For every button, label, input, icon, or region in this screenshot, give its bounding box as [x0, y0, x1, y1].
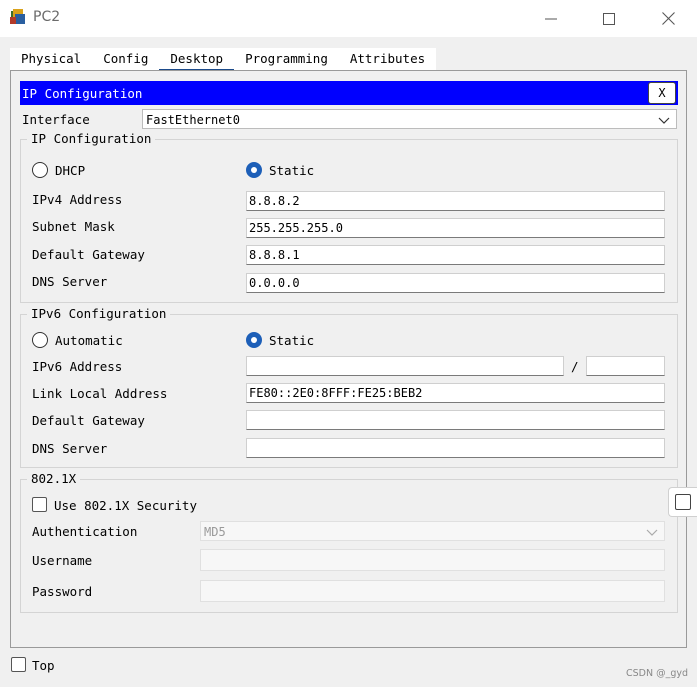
watermark: CSDN @_gyd	[626, 668, 689, 679]
ipv4-group-label: IP Configuration	[27, 131, 156, 146]
close-window-button[interactable]	[639, 0, 697, 37]
ipv6-address-label: IPv6 Address	[32, 359, 123, 374]
ipv4-address-field[interactable]: 8.8.8.2	[246, 191, 665, 211]
top-label: Top	[32, 658, 55, 673]
default-gateway-field[interactable]: 8.8.8.1	[246, 245, 665, 265]
ipv6-static-radio[interactable]	[246, 332, 262, 348]
minimize-icon	[545, 18, 557, 19]
ipv6-gateway-label: Default Gateway	[32, 413, 145, 428]
interface-select[interactable]: FastEthernet0	[142, 109, 677, 129]
use-8021x-checkbox[interactable]	[32, 497, 47, 512]
side-toggle-button[interactable]	[668, 487, 697, 517]
maximize-button[interactable]	[580, 0, 638, 37]
maximize-icon	[603, 12, 615, 25]
dot1x-group-label: 802.1X	[27, 471, 81, 486]
interface-value: FastEthernet0	[146, 113, 240, 127]
prefix-separator: /	[571, 359, 579, 374]
interface-label: Interface	[22, 112, 90, 127]
tab-programming[interactable]: Programming	[234, 48, 339, 70]
static-radio[interactable]	[246, 162, 262, 178]
automatic-radio[interactable]	[32, 332, 48, 348]
authentication-value: MD5	[204, 525, 226, 539]
minimize-button[interactable]	[522, 0, 580, 37]
app-icon	[9, 8, 27, 26]
tab-desktop[interactable]: Desktop	[159, 48, 234, 72]
chevron-down-icon	[658, 117, 670, 124]
dhcp-radio[interactable]	[32, 162, 48, 178]
subnet-mask-label: Subnet Mask	[32, 219, 115, 234]
chevron-down-icon	[646, 529, 658, 536]
static-label: Static	[269, 163, 315, 178]
authentication-label: Authentication	[32, 524, 138, 539]
use-8021x-label: Use 802.1X Security	[54, 498, 197, 513]
dns-server-field[interactable]: 0.0.0.0	[246, 273, 665, 293]
square-icon	[675, 494, 691, 510]
ipv4-address-label: IPv4 Address	[32, 192, 123, 207]
authentication-select[interactable]: MD5	[200, 521, 665, 541]
username-label: Username	[32, 553, 93, 568]
ipv6-prefix-field[interactable]	[586, 356, 665, 376]
default-gateway-label: Default Gateway	[32, 247, 145, 262]
link-local-label: Link Local Address	[32, 386, 168, 401]
tab-strip: Physical Config Desktop Programming Attr…	[10, 48, 437, 72]
dhcp-label: DHCP	[55, 163, 86, 178]
ipv6-dns-label: DNS Server	[32, 441, 108, 456]
ipv6-static-label: Static	[269, 333, 315, 348]
link-local-field[interactable]: FE80::2E0:8FFF:FE25:BEB2	[246, 383, 665, 403]
password-field[interactable]	[200, 580, 665, 602]
ipv6-dns-field[interactable]	[246, 438, 665, 458]
ipv6-group-label: IPv6 Configuration	[27, 306, 171, 321]
ip-config-title: IP Configuration	[22, 86, 143, 101]
tab-physical[interactable]: Physical	[10, 48, 92, 70]
close-panel-button[interactable]: X	[648, 82, 676, 104]
tab-attributes[interactable]: Attributes	[339, 48, 436, 70]
dns-server-label: DNS Server	[32, 274, 108, 289]
tab-config[interactable]: Config	[92, 48, 159, 70]
close-icon	[661, 12, 675, 25]
top-checkbox[interactable]	[11, 657, 26, 672]
ipv6-gateway-field[interactable]	[246, 410, 665, 430]
password-label: Password	[32, 584, 93, 599]
subnet-mask-field[interactable]: 255.255.255.0	[246, 218, 665, 238]
automatic-label: Automatic	[55, 333, 123, 348]
window-title: PC2	[33, 9, 61, 25]
username-field[interactable]	[200, 549, 665, 571]
ipv6-address-field[interactable]	[246, 356, 564, 376]
